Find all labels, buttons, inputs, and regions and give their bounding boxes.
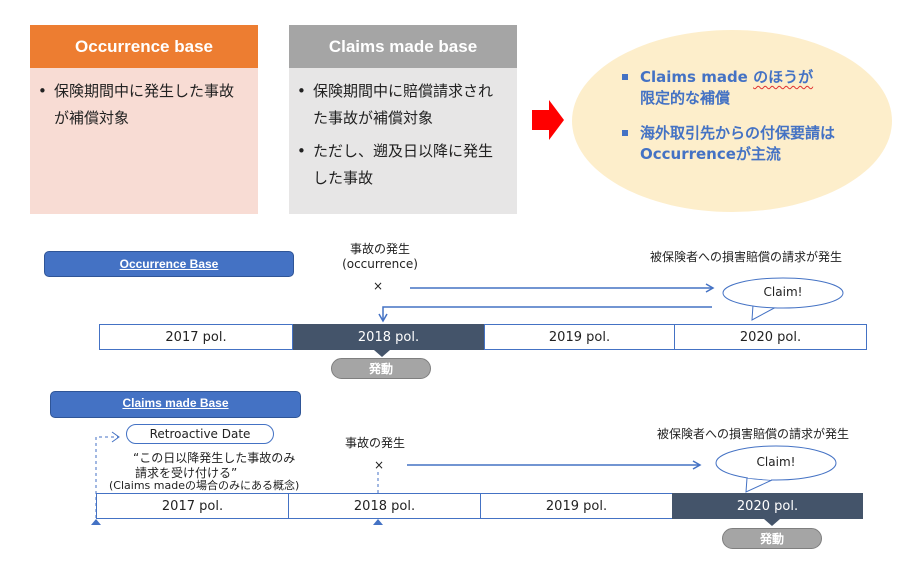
conclusion-item1-part: のほうが: [753, 68, 814, 86]
retro-note-line3: (Claims madeの場合のみにある概念): [109, 479, 300, 492]
claim-bubble-text: Claim!: [756, 455, 796, 469]
trigger-pointer-icon: [764, 519, 780, 526]
event-label-sub: (occurrence): [342, 257, 418, 271]
retro-date-marker-icon: [91, 519, 101, 525]
policy-segment-2019: 2019 pol.: [484, 324, 675, 350]
conclusion-text: Claims made のほうが 限定的な補償 海外取引先からの付保要請はOcc…: [620, 67, 880, 179]
event-marker: ×: [374, 458, 385, 472]
retroactive-date-pill: Retroactive Date: [126, 424, 274, 444]
policy-segment-2018: 2018 pol.: [288, 493, 481, 519]
claims-made-base-title: Claims made Base: [50, 391, 301, 418]
conclusion-item1-part: 限定的な補償: [640, 89, 731, 107]
event-marker: ×: [373, 279, 384, 293]
claim-label: 被保険者への損害賠償の請求が発生: [657, 427, 850, 441]
occurrence-base-title: Occurrence Base: [44, 251, 294, 277]
conclusion-item1-part: Claims made: [640, 68, 754, 86]
conclusion-item: Claims made のほうが 限定的な補償: [620, 67, 880, 109]
claim-back-to-occurrence-arrow: [378, 306, 712, 323]
conclusion-item: 海外取引先からの付保要請はOccurrenceが主流: [620, 123, 880, 165]
policy-segment-2020-active: 2020 pol.: [672, 493, 863, 519]
trigger-badge: 発動: [331, 358, 431, 379]
policy-segment-2017: 2017 pol.: [96, 493, 289, 519]
claim-label: 被保険者への損害賠償の請求が発生: [650, 250, 843, 264]
policy-segment-2017: 2017 pol.: [99, 324, 293, 350]
policy-segment-2018-active: 2018 pol.: [293, 324, 484, 350]
event-label: 事故の発生: [349, 242, 410, 256]
trigger-pointer-icon: [374, 350, 390, 357]
policy-segment-2020: 2020 pol.: [674, 324, 867, 350]
policy-segment-2019: 2019 pol.: [480, 493, 673, 519]
trigger-badge: 発動: [722, 528, 822, 549]
claim-bubble-text: Claim!: [763, 285, 803, 299]
event-label: 事故の発生: [345, 436, 406, 450]
red-right-arrow-icon: [532, 100, 564, 140]
